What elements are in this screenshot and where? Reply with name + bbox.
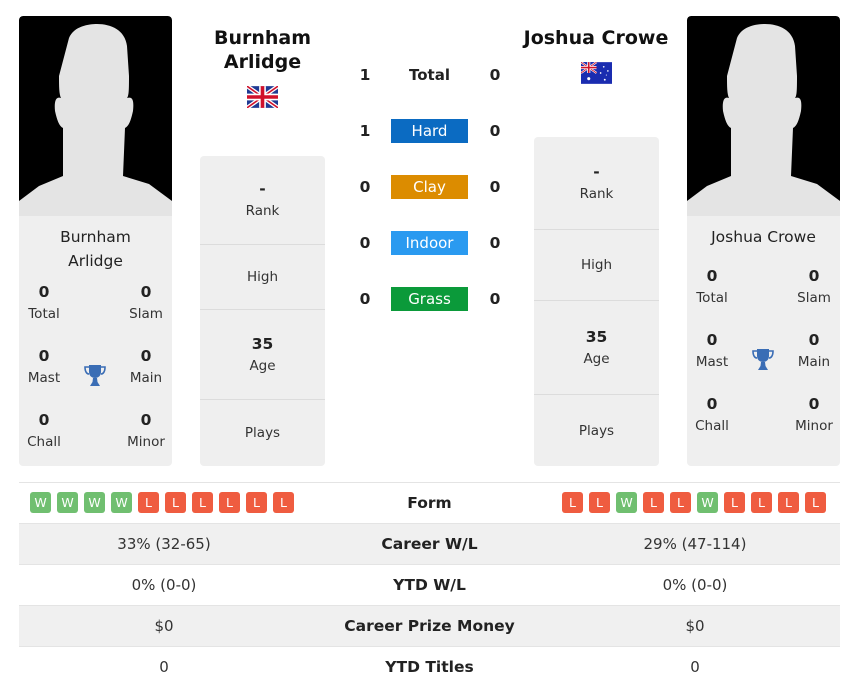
h2h-player1-wins: 1 xyxy=(359,122,371,140)
form-badge-loss[interactable]: L xyxy=(670,492,691,513)
player2-rank: - Rank xyxy=(534,137,659,230)
form-badge-loss[interactable]: L xyxy=(778,492,799,513)
surface-label-hard: Hard xyxy=(391,119,468,143)
h2h-player1-wins: 0 xyxy=(359,234,371,252)
player2-career-prize: $0 xyxy=(685,617,705,635)
h2h-player2-wins: 0 xyxy=(489,122,501,140)
player1-titles: 0 Total 0 Slam 0 Mast 0 Main 0 Chall 0 M… xyxy=(19,281,172,466)
h2h-player1-wins: 1 xyxy=(359,66,371,84)
trophy-icon xyxy=(752,349,774,370)
form-badge-loss[interactable]: L xyxy=(562,492,583,513)
career-wl-label: Career W/L xyxy=(381,535,478,553)
player1-titles-main: 0 Main xyxy=(129,347,163,386)
player1-titles-slam: 0 Slam xyxy=(129,283,163,322)
australia-flag-icon xyxy=(581,62,612,84)
player2-rank-panel: - Rank High 35 Age Plays xyxy=(534,137,659,466)
ytd-wl-row: 0% (0-0) YTD W/L 0% (0-0) xyxy=(19,564,840,605)
player2-card: Joshua Crowe 0 Total 0 Slam 0 Mast 0 Mai… xyxy=(687,16,840,466)
silhouette-icon xyxy=(19,24,172,216)
player1-name-link[interactable]: Burnham Arlidge xyxy=(200,26,325,74)
form-badge-loss[interactable]: L xyxy=(805,492,826,513)
player1-photo[interactable] xyxy=(19,16,172,216)
player2-form: LLWLLWLLLL xyxy=(562,492,826,513)
player1-titles-mast: 0 Mast xyxy=(27,347,61,386)
h2h-row-indoor: 0 Indoor 0 xyxy=(350,231,510,255)
form-row: WWWWLLLLLL Form LLWLLWLLLL xyxy=(19,482,840,523)
player1-ytd-wl: 0% (0-0) xyxy=(131,576,197,594)
trophy-icon xyxy=(84,365,106,386)
player2-titles-mast: 0 Mast xyxy=(695,331,729,370)
h2h-row-total: 1 Total 0 xyxy=(350,63,510,87)
player2-age: 35 Age xyxy=(534,301,659,395)
player2-ytd-wl: 0% (0-0) xyxy=(662,576,728,594)
player2-card-name[interactable]: Joshua Crowe xyxy=(687,225,840,249)
player1-rank: - Rank xyxy=(200,156,325,245)
player1-form: WWWWLLLLLL xyxy=(30,492,294,513)
player2-plays: Plays xyxy=(578,422,615,439)
h2h-player2-wins: 0 xyxy=(489,234,501,252)
surface-label-total: Total xyxy=(409,66,450,84)
player1-card: Burnham Arlidge 0 Total 0 Slam 0 Mast 0 … xyxy=(19,16,172,466)
surface-label-clay: Clay xyxy=(391,175,468,199)
player1-plays: Plays xyxy=(244,425,281,441)
player2-high: High xyxy=(534,230,659,301)
form-badge-loss[interactable]: L xyxy=(589,492,610,513)
form-badge-loss[interactable]: L xyxy=(219,492,240,513)
player1-ytd-titles: 0 xyxy=(159,658,169,676)
ytd-titles-row: 0 YTD Titles 0 xyxy=(19,646,840,687)
form-badge-win[interactable]: W xyxy=(697,492,718,513)
player2-titles-slam: 0 Slam xyxy=(797,267,831,306)
form-badge-win[interactable]: W xyxy=(84,492,105,513)
player1-titles-total: 0 Total xyxy=(28,283,60,322)
form-badge-loss[interactable]: L xyxy=(138,492,159,513)
player1-card-name[interactable]: Burnham Arlidge xyxy=(19,225,172,273)
player1-age: 35 Age xyxy=(200,310,325,400)
h2h-row-grass: 0 Grass 0 xyxy=(350,287,510,311)
player1-titles-minor: 0 Minor xyxy=(127,411,165,450)
ytd-titles-label: YTD Titles xyxy=(385,658,474,676)
form-badge-win[interactable]: W xyxy=(111,492,132,513)
surface-label-indoor: Indoor xyxy=(391,231,468,255)
form-badge-loss[interactable]: L xyxy=(165,492,186,513)
form-badge-win[interactable]: W xyxy=(57,492,78,513)
player1-career-wl: 33% (32-65) xyxy=(117,535,211,553)
surface-label-grass: Grass xyxy=(391,287,468,311)
player1-high: High xyxy=(200,245,325,310)
career-wl-row: 33% (32-65) Career W/L 29% (47-114) xyxy=(19,523,840,564)
player1-career-prize: $0 xyxy=(154,617,174,635)
h2h-player1-wins: 0 xyxy=(359,290,371,308)
form-badge-loss[interactable]: L xyxy=(246,492,267,513)
player2-titles-chall: 0 Chall xyxy=(695,395,729,434)
form-badge-loss[interactable]: L xyxy=(724,492,745,513)
h2h-row-hard: 1 Hard 0 xyxy=(350,119,510,143)
career-prize-label: Career Prize Money xyxy=(344,617,515,635)
form-badge-win[interactable]: W xyxy=(616,492,637,513)
player2-ytd-titles: 0 xyxy=(690,658,700,676)
uk-flag-icon xyxy=(247,86,278,108)
silhouette-icon xyxy=(687,24,840,216)
player2-titles-minor: 0 Minor xyxy=(795,395,833,434)
h2h-row-clay: 0 Clay 0 xyxy=(350,175,510,199)
form-badge-loss[interactable]: L xyxy=(643,492,664,513)
player2-titles: 0 Total 0 Slam 0 Mast 0 Main 0 Chall 0 M… xyxy=(687,265,840,455)
h2h-player2-wins: 0 xyxy=(489,290,501,308)
form-badge-loss[interactable]: L xyxy=(273,492,294,513)
career-prize-row: $0 Career Prize Money $0 xyxy=(19,605,840,646)
h2h-player1-wins: 0 xyxy=(359,178,371,196)
player1-rank-panel: - Rank High 35 Age Plays xyxy=(200,156,325,466)
form-badge-loss[interactable]: L xyxy=(751,492,772,513)
player2-name-link[interactable]: Joshua Crowe xyxy=(510,26,682,50)
h2h-player2-wins: 0 xyxy=(489,178,501,196)
player2-titles-total: 0 Total xyxy=(696,267,728,306)
player2-titles-main: 0 Main xyxy=(797,331,831,370)
player1-titles-chall: 0 Chall xyxy=(27,411,61,450)
ytd-wl-label: YTD W/L xyxy=(393,576,466,594)
player2-photo[interactable] xyxy=(687,16,840,216)
form-badge-loss[interactable]: L xyxy=(192,492,213,513)
player2-career-wl: 29% (47-114) xyxy=(643,535,747,553)
form-label: Form xyxy=(407,494,452,512)
form-badge-win[interactable]: W xyxy=(30,492,51,513)
h2h-player2-wins: 0 xyxy=(489,66,501,84)
